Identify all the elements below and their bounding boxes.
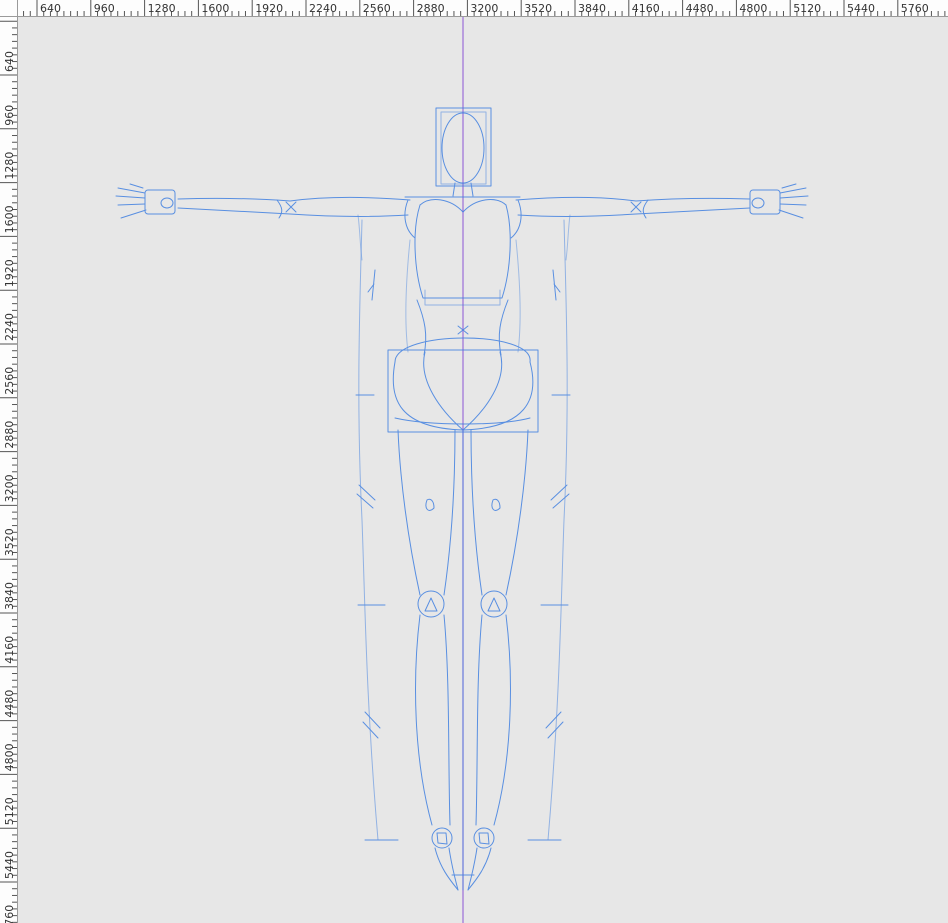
ruler-label: 2560 (363, 2, 391, 15)
horizontal-ruler[interactable]: 640 960 1280 1600 1920 2240 2560 2880 3200 3520 38… (0, 0, 948, 17)
ruler-label: 2240 (309, 2, 337, 15)
ruler-label: 5760 (3, 905, 16, 923)
ruler-label: 640 (3, 51, 16, 72)
ruler-label: 4800 (739, 2, 767, 15)
ruler-label: 3200 (3, 474, 16, 502)
ruler-label: 2880 (3, 421, 16, 449)
ruler-label: 4160 (3, 636, 16, 664)
ruler-label: 3520 (3, 528, 16, 556)
ruler-label: 2240 (3, 313, 16, 341)
ruler-label: 5120 (793, 2, 821, 15)
ruler-label: 3200 (470, 2, 498, 15)
ruler-label: 1920 (255, 2, 283, 15)
ruler-label: 4480 (686, 2, 714, 15)
ruler-label: 4800 (3, 743, 16, 771)
ruler-corner (0, 0, 18, 17)
ruler-label: 2880 (417, 2, 445, 15)
ruler-label: 4160 (632, 2, 660, 15)
sketch-right-leg (467, 219, 571, 891)
ruler-label: 5120 (3, 797, 16, 825)
ruler-label: 4480 (3, 690, 16, 718)
ruler-label: 1920 (3, 259, 16, 287)
ruler-label: 3520 (524, 2, 552, 15)
ruler-label: 5760 (901, 2, 929, 15)
ruler-label: 640 (40, 2, 61, 15)
ruler-label: 1600 (201, 2, 229, 15)
ruler-label: 1280 (148, 2, 176, 15)
ruler-label: 960 (3, 105, 16, 126)
ruler-label: 3840 (578, 2, 606, 15)
ruler-label: 1600 (3, 205, 16, 233)
horizontal-ruler-ticks: 640 960 1280 1600 1920 2240 2560 2880 3200 3520 38… (23, 0, 946, 16)
sketch-left-arm (115, 183, 411, 261)
sketch-right-arm (515, 183, 809, 261)
drawing-canvas[interactable] (18, 17, 948, 923)
ruler-label: 960 (94, 2, 115, 15)
figure-sketch (115, 17, 809, 923)
sketch-left-leg (355, 219, 459, 891)
ruler-label: 3840 (3, 582, 16, 610)
ruler-label: 2560 (3, 367, 16, 395)
vertical-ruler-ticks: 640 960 1280 1600 1920 2240 2560 2880 3200 3520 38… (0, 20, 17, 923)
vertical-ruler[interactable]: 640 960 1280 1600 1920 2240 2560 2880 3200 3520 38… (0, 16, 18, 923)
ruler-label: 5440 (3, 851, 16, 879)
ruler-label: 5440 (847, 2, 875, 15)
ruler-label: 1280 (3, 152, 16, 180)
